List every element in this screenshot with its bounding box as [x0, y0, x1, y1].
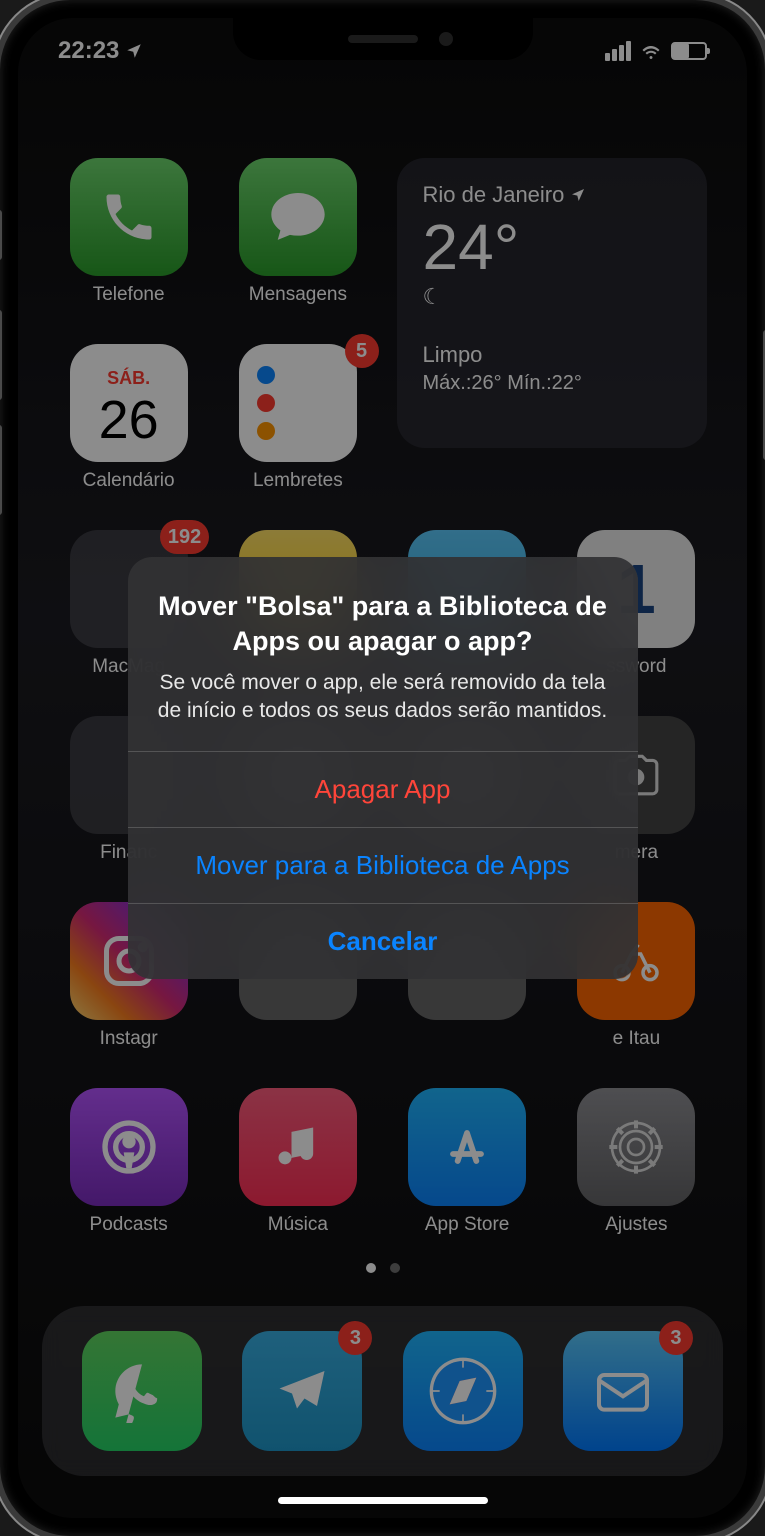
phone-frame: 22:23 Telefone Mensagens	[0, 0, 765, 1536]
volume-up-button[interactable]	[0, 310, 2, 400]
home-indicator[interactable]	[278, 1497, 488, 1504]
delete-app-button[interactable]: Apagar App	[128, 751, 638, 827]
alert-title: Mover "Bolsa" para a Biblioteca de Apps …	[156, 589, 610, 659]
alert-dialog: Mover "Bolsa" para a Biblioteca de Apps …	[128, 557, 638, 980]
cancel-button[interactable]: Cancelar	[128, 903, 638, 979]
alert-message: Se você mover o app, ele será removido d…	[156, 669, 610, 726]
move-to-library-button[interactable]: Mover para a Biblioteca de Apps	[128, 827, 638, 903]
volume-down-button[interactable]	[0, 425, 2, 515]
alert-overlay: Mover "Bolsa" para a Biblioteca de Apps …	[18, 18, 747, 1518]
screen: 22:23 Telefone Mensagens	[18, 18, 747, 1518]
mute-switch[interactable]	[0, 210, 2, 260]
alert-content: Mover "Bolsa" para a Biblioteca de Apps …	[128, 557, 638, 752]
notch	[233, 18, 533, 60]
